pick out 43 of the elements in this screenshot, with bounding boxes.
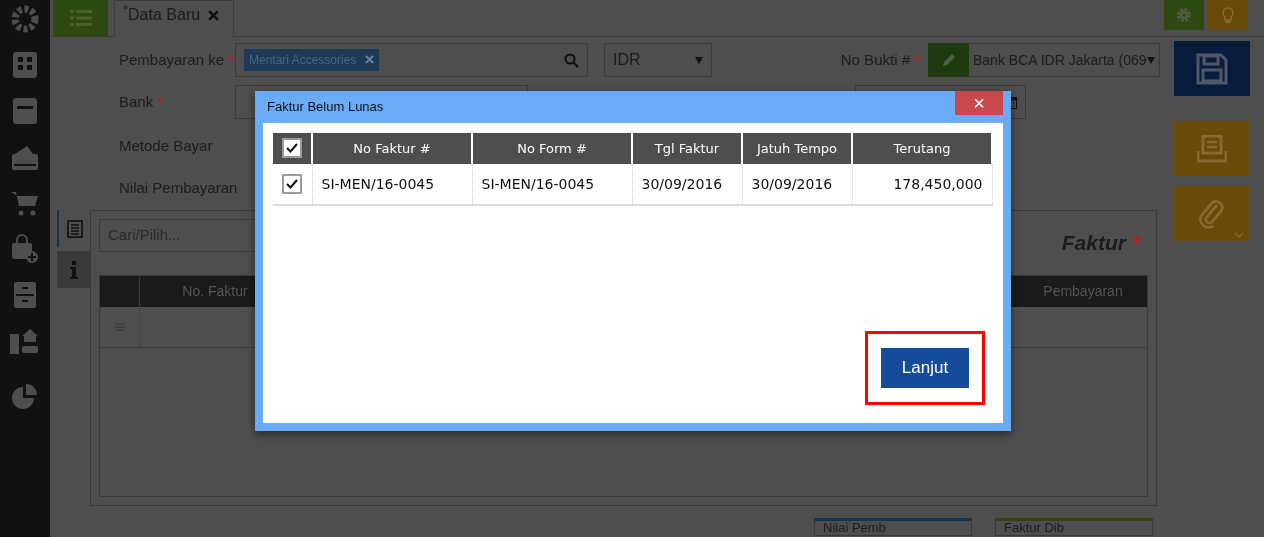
building-icon[interactable] xyxy=(10,50,40,80)
table-cell: SI-MEN/16-0045 xyxy=(312,164,472,205)
column-header: Terutang xyxy=(852,133,992,164)
document-icon xyxy=(66,219,83,238)
print-button[interactable] xyxy=(1174,121,1250,176)
checkbox[interactable] xyxy=(282,138,302,159)
attachment-button[interactable] xyxy=(1174,186,1250,241)
list-icon xyxy=(69,9,92,27)
column-header: Jatuh Tempo xyxy=(742,133,852,164)
table-cell: 30/09/2016 xyxy=(742,164,852,205)
close-button[interactable]: × xyxy=(955,91,1003,115)
checkbox[interactable] xyxy=(282,173,303,194)
close-icon[interactable] xyxy=(208,10,220,21)
search-icon[interactable] xyxy=(564,52,579,68)
book-icon[interactable] xyxy=(10,96,40,126)
settings-button[interactable] xyxy=(1164,0,1204,30)
shopping-bag-plus-icon[interactable] xyxy=(10,234,40,264)
dropdown-icon xyxy=(1147,56,1155,64)
checkmark-icon xyxy=(286,178,299,189)
column-header: No Form # xyxy=(472,133,632,164)
column-header: No. Faktur xyxy=(181,281,249,301)
lightbulb-icon xyxy=(1221,6,1235,24)
dropdown-icon xyxy=(695,56,703,64)
table-cell: SI-MEN/16-0045 xyxy=(472,164,632,205)
list-button[interactable] xyxy=(53,0,108,36)
column-header: Pembayaran xyxy=(1042,281,1124,301)
continue-button[interactable]: Lanjut xyxy=(881,348,969,388)
unsaved-mark: * xyxy=(123,2,129,17)
dialog-title: Faktur Belum Lunas xyxy=(266,98,384,117)
save-button[interactable] xyxy=(1174,41,1250,96)
edit-button[interactable] xyxy=(928,43,969,77)
pie-chart-icon[interactable] xyxy=(10,382,40,412)
pencil-icon xyxy=(940,52,957,68)
column-header: No Faktur # xyxy=(312,133,472,164)
checkmark-icon xyxy=(286,143,298,154)
column-header: Tgl Faktur xyxy=(632,133,742,164)
chevron-down-icon xyxy=(1234,232,1244,238)
info-tab[interactable] xyxy=(57,251,90,288)
lightbulb-button[interactable] xyxy=(1208,0,1248,30)
table-cell: 30/09/2016 xyxy=(632,164,742,205)
printer-icon xyxy=(1197,134,1227,163)
info-icon xyxy=(69,260,78,279)
table-cell: 178,450,000 xyxy=(852,164,992,205)
